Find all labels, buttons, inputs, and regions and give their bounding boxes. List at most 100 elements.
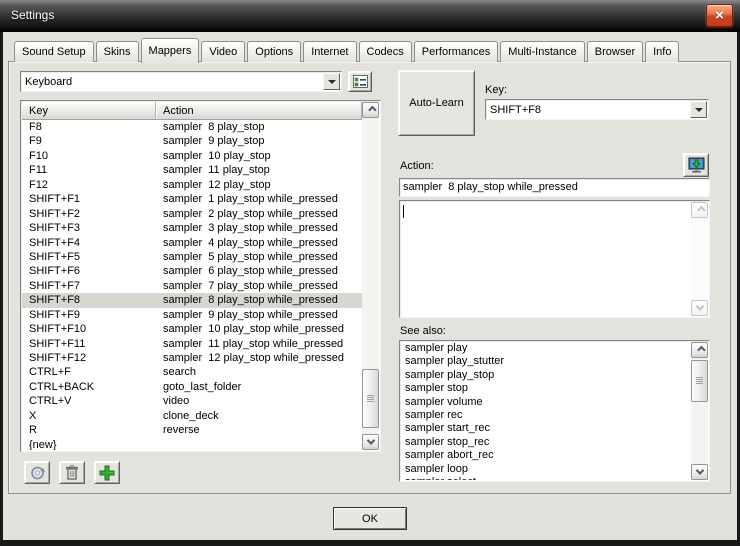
mapper-rows: F8 sampler 8 play_stop F9 sampler 9 play… xyxy=(22,120,362,450)
row-action: sampler 8 play_stop xyxy=(156,120,362,134)
scroll-up-button[interactable] xyxy=(362,102,379,118)
table-row[interactable]: SHIFT+F5 sampler 5 play_stop while_press… xyxy=(22,250,362,264)
tab-sound-setup[interactable]: Sound Setup xyxy=(14,41,94,62)
table-row[interactable]: SHIFT+F9 sampler 9 play_stop while_press… xyxy=(22,308,362,322)
auto-learn-button[interactable]: Auto-Learn xyxy=(398,70,475,136)
list-item[interactable]: sampler start_rec xyxy=(401,422,691,435)
plus-icon xyxy=(99,465,115,481)
table-row[interactable]: SHIFT+F11 sampler 11 play_stop while_pre… xyxy=(22,337,362,351)
row-action: sampler 9 play_stop xyxy=(156,134,362,148)
table-row[interactable]: F10 sampler 10 play_stop xyxy=(22,149,362,163)
monitor-download-icon xyxy=(688,157,705,174)
list-item[interactable]: sampler stop xyxy=(401,382,691,395)
row-action: sampler 2 play_stop while_pressed xyxy=(156,207,362,221)
row-key: SHIFT+F12 xyxy=(22,351,156,365)
table-row[interactable]: F12 sampler 12 play_stop xyxy=(22,178,362,192)
scroll-thumb[interactable] xyxy=(691,360,708,402)
list-item[interactable]: sampler play xyxy=(401,342,691,355)
row-key: SHIFT+F9 xyxy=(22,308,156,322)
titlebar[interactable]: Settings × xyxy=(0,0,740,32)
row-key: F12 xyxy=(22,178,156,192)
scroll-down-button[interactable] xyxy=(691,464,708,480)
list-item[interactable]: sampler select xyxy=(401,476,691,480)
tab-video[interactable]: Video xyxy=(201,41,245,62)
mapper-list: Key Action F8 sampler 8 play_stop F9 sam… xyxy=(20,100,381,452)
row-action: sampler 10 play_stop while_pressed xyxy=(156,322,362,336)
table-row[interactable]: CTRL+F search xyxy=(22,365,362,379)
table-row[interactable]: F8 sampler 8 play_stop xyxy=(22,120,362,134)
row-action: clone_deck xyxy=(156,409,362,423)
table-row[interactable]: SHIFT+F12 sampler 12 play_stop while_pre… xyxy=(22,351,362,365)
table-row[interactable]: CTRL+V video xyxy=(22,394,362,408)
list-item[interactable]: sampler play_stutter xyxy=(401,355,691,368)
tab-skins[interactable]: Skins xyxy=(96,41,139,62)
table-row[interactable]: SHIFT+F3 sampler 3 play_stop while_press… xyxy=(22,221,362,235)
key-select-dropdown-button[interactable] xyxy=(690,101,707,118)
list-item[interactable]: sampler rec xyxy=(401,409,691,422)
see-also-label: See also: xyxy=(400,325,446,337)
table-row[interactable]: SHIFT+F2 sampler 2 play_stop while_press… xyxy=(22,207,362,221)
list-item[interactable]: sampler volume xyxy=(401,396,691,409)
row-key: SHIFT+F3 xyxy=(22,221,156,235)
row-action: sampler 9 play_stop while_pressed xyxy=(156,308,362,322)
row-key: CTRL+BACK xyxy=(22,380,156,394)
table-row[interactable]: R reverse xyxy=(22,423,362,437)
list-item[interactable]: sampler play_stop xyxy=(401,369,691,382)
key-select[interactable]: SHIFT+F8 xyxy=(485,99,709,120)
row-key: R xyxy=(22,423,156,437)
scroll-up-button[interactable] xyxy=(691,342,708,358)
table-row[interactable]: F9 sampler 9 play_stop xyxy=(22,134,362,148)
row-action: sampler 12 play_stop while_pressed xyxy=(156,351,362,365)
apply-to-device-button[interactable] xyxy=(683,153,709,177)
scroll-down-button[interactable] xyxy=(691,300,708,316)
action-script-textarea[interactable] xyxy=(399,200,710,318)
tab-browser[interactable]: Browser xyxy=(587,41,643,62)
reset-icon xyxy=(29,465,46,481)
scroll-down-button[interactable] xyxy=(362,434,379,450)
table-row[interactable]: {new} xyxy=(22,438,362,450)
table-row[interactable]: F11 sampler 11 play_stop xyxy=(22,163,362,177)
scroll-thumb[interactable] xyxy=(362,369,379,428)
tab-options[interactable]: Options xyxy=(247,41,301,62)
scroll-up-button[interactable] xyxy=(691,202,708,218)
delete-mapping-button[interactable] xyxy=(59,461,85,484)
ok-button[interactable]: OK xyxy=(333,507,407,530)
row-action: sampler 1 play_stop while_pressed xyxy=(156,192,362,206)
tab-info[interactable]: Info xyxy=(645,41,679,62)
table-row[interactable]: CTRL+BACK goto_last_folder xyxy=(22,380,362,394)
table-row[interactable]: SHIFT+F4 sampler 4 play_stop while_press… xyxy=(22,236,362,250)
column-header-action[interactable]: Action xyxy=(156,102,362,119)
table-row[interactable]: SHIFT+F10 sampler 10 play_stop while_pre… xyxy=(22,322,362,336)
table-row[interactable]: SHIFT+F1 sampler 1 play_stop while_press… xyxy=(22,192,362,206)
tab-performances[interactable]: Performances xyxy=(414,41,498,62)
mapper-list-view-button[interactable] xyxy=(348,71,372,92)
close-button[interactable]: × xyxy=(706,4,733,27)
trash-icon xyxy=(65,465,79,481)
see-also-scrollbar[interactable] xyxy=(691,342,708,480)
tab-codecs[interactable]: Codecs xyxy=(359,41,412,62)
list-item[interactable]: sampler stop_rec xyxy=(401,436,691,449)
list-item[interactable]: sampler abort_rec xyxy=(401,449,691,462)
column-header-key[interactable]: Key xyxy=(22,102,156,119)
table-row[interactable]: SHIFT+F7 sampler 7 play_stop while_press… xyxy=(22,279,362,293)
mapper-list-scrollbar[interactable] xyxy=(362,102,379,450)
list-item[interactable]: sampler loop xyxy=(401,463,691,476)
key-label: Key: xyxy=(485,84,507,96)
device-select-dropdown-button[interactable] xyxy=(323,73,340,90)
tab-internet[interactable]: Internet xyxy=(303,41,356,62)
device-select[interactable]: Keyboard xyxy=(20,71,342,92)
table-row[interactable]: X clone_deck xyxy=(22,409,362,423)
script-scrollbar[interactable] xyxy=(691,202,708,316)
row-key: CTRL+F xyxy=(22,365,156,379)
row-key: SHIFT+F11 xyxy=(22,337,156,351)
table-row[interactable]: SHIFT+F8 sampler 8 play_stop while_press… xyxy=(22,293,362,307)
row-key: {new} xyxy=(22,438,156,450)
table-row[interactable]: SHIFT+F6 sampler 6 play_stop while_press… xyxy=(22,264,362,278)
tab-mappers[interactable]: Mappers xyxy=(141,38,200,63)
see-also-listbox: sampler playsampler play_stuttersampler … xyxy=(399,340,710,482)
tab-multi-instance[interactable]: Multi-Instance xyxy=(500,41,584,62)
reset-mapping-button[interactable] xyxy=(24,461,50,484)
add-mapping-button[interactable] xyxy=(94,461,120,484)
tab-bar: Sound SetupSkinsMappersVideoOptionsInter… xyxy=(14,41,681,62)
action-input[interactable]: sampler 8 play_stop while_pressed xyxy=(399,178,710,197)
